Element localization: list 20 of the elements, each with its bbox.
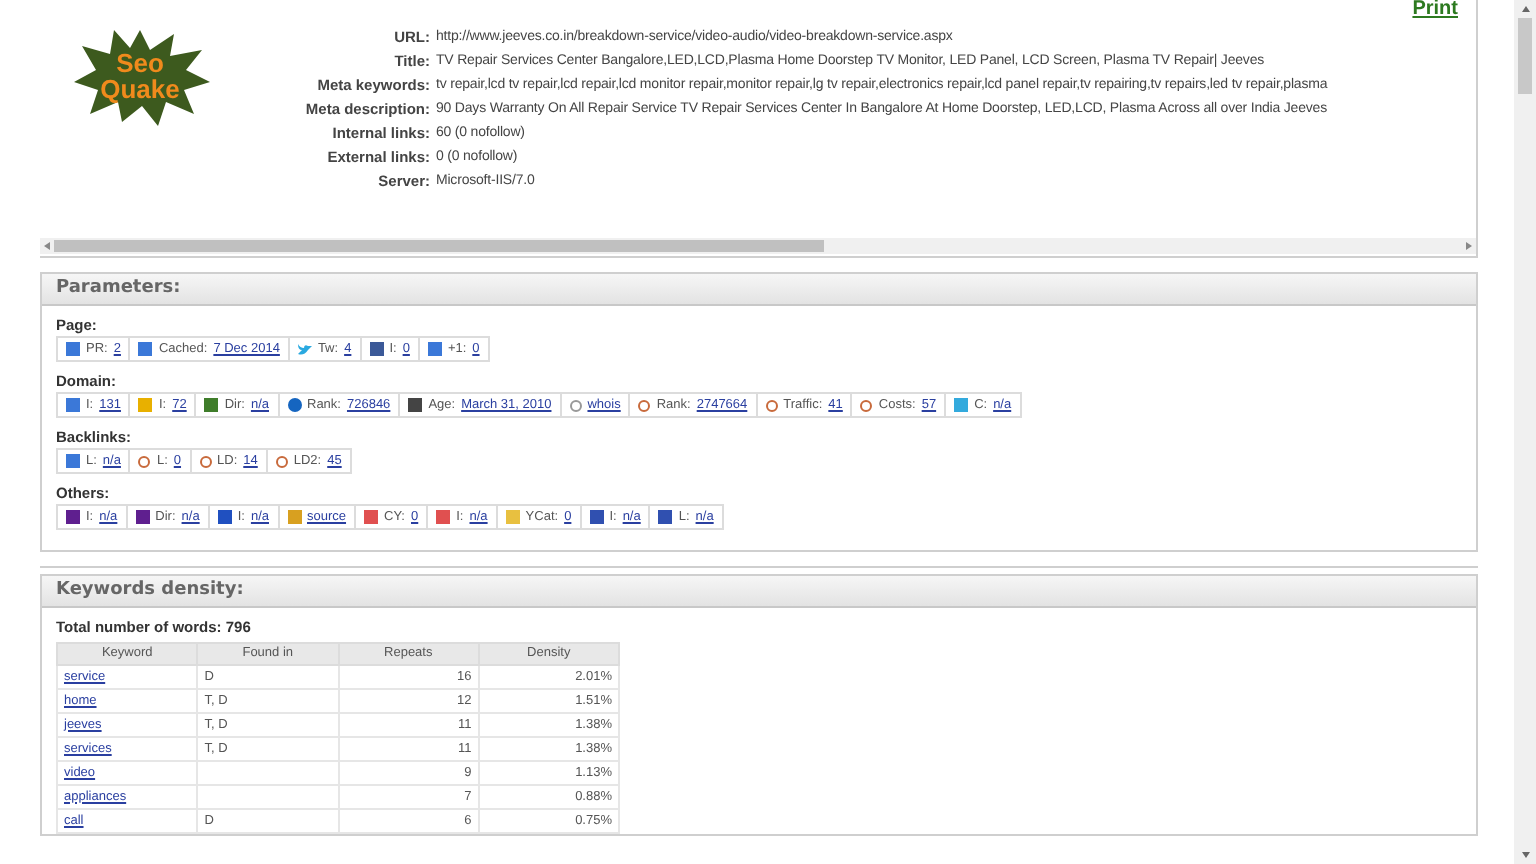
ring-icon bbox=[860, 399, 873, 411]
scroll-left-icon[interactable] bbox=[44, 242, 50, 250]
logo-text: Quake bbox=[100, 76, 180, 102]
scrollbar-thumb[interactable] bbox=[1518, 18, 1532, 94]
horizontal-scrollbar[interactable] bbox=[40, 238, 1476, 254]
bird-icon bbox=[297, 343, 312, 355]
panel-title: Keywords density: bbox=[56, 577, 244, 604]
ring-icon bbox=[138, 455, 151, 467]
ring-icon bbox=[275, 455, 288, 467]
print-link[interactable]: Print bbox=[1412, 0, 1458, 20]
scrollbar-thumb[interactable] bbox=[54, 240, 824, 252]
panel-title: Parameters: bbox=[56, 275, 181, 302]
vertical-scrollbar[interactable] bbox=[1514, 0, 1536, 864]
logo-text: Seo bbox=[116, 50, 164, 76]
ring-icon bbox=[638, 399, 651, 411]
scroll-down-icon[interactable] bbox=[1521, 852, 1529, 858]
scroll-right-icon[interactable] bbox=[1466, 242, 1472, 250]
scroll-up-icon[interactable] bbox=[1521, 6, 1529, 12]
ring-icon bbox=[765, 399, 778, 411]
ring-icon bbox=[199, 455, 212, 467]
